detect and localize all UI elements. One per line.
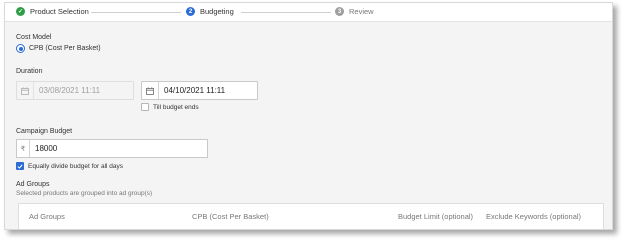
- column-header-budget-limit: Budget Limit (optional): [398, 212, 474, 221]
- step-product-selection[interactable]: ✓ Product Selection: [16, 7, 89, 16]
- till-budget-ends-checkbox[interactable]: [141, 103, 149, 111]
- progress-stepper: ✓ Product Selection 2 Budgeting 3 Review: [5, 3, 612, 22]
- step-review[interactable]: 3 Review: [335, 7, 374, 16]
- end-date-value: 04/10/2021 11:11: [164, 86, 226, 95]
- column-header-exclude-keywords: Exclude Keywords (optional): [486, 212, 582, 221]
- column-header-cpb: CPB (Cost Per Basket): [192, 212, 269, 221]
- campaign-budget-label: Campaign Budget: [16, 128, 73, 135]
- campaign-budget-input[interactable]: ₹ 18000: [16, 139, 208, 158]
- checkmark-icon: [17, 164, 23, 169]
- calendar-icon: [17, 82, 34, 99]
- column-header-ad-groups: Ad Groups: [29, 212, 65, 221]
- cost-model-label: Cost Model: [16, 34, 52, 41]
- step-label: Product Selection: [30, 7, 89, 16]
- step-label: Budgeting: [200, 7, 234, 16]
- step-number: 2: [186, 7, 195, 16]
- duration-label: Duration: [16, 68, 43, 75]
- cost-model-cpb-option[interactable]: CPB (Cost Per Basket): [16, 44, 101, 53]
- budget-value: 18000: [35, 144, 58, 153]
- checkbox-label: Till budget ends: [153, 103, 199, 111]
- ad-groups-table: Ad Groups CPB (Cost Per Basket) Budget L…: [18, 203, 604, 229]
- step-connector: [241, 12, 331, 13]
- start-date-input: 03/08/2021 11:11: [16, 81, 134, 100]
- equally-divide-option[interactable]: Equally divide budget for all days: [16, 162, 123, 170]
- step-budgeting[interactable]: 2 Budgeting: [186, 7, 234, 16]
- step-number: 3: [335, 7, 344, 16]
- calendar-icon[interactable]: [142, 82, 159, 99]
- radio-dot: [18, 46, 23, 51]
- start-date-value: 03/08/2021 11:11: [39, 86, 101, 95]
- end-date-input[interactable]: 04/10/2021 11:11: [141, 81, 258, 100]
- ad-groups-title: Ad Groups: [16, 181, 50, 188]
- ad-groups-subtitle: Selected products are grouped into ad gr…: [16, 190, 153, 197]
- rupee-icon: ₹: [17, 140, 30, 157]
- equally-divide-checkbox[interactable]: [16, 162, 24, 170]
- radio-button[interactable]: [16, 44, 25, 53]
- campaign-budgeting-panel: ✓ Product Selection 2 Budgeting 3 Review…: [4, 2, 613, 230]
- check-icon: ✓: [16, 7, 25, 16]
- step-connector: [91, 12, 181, 13]
- step-label: Review: [349, 7, 374, 16]
- checkbox-label: Equally divide budget for all days: [28, 162, 124, 170]
- till-budget-ends-option[interactable]: Till budget ends: [141, 103, 199, 111]
- radio-label: CPB (Cost Per Basket): [29, 45, 101, 52]
